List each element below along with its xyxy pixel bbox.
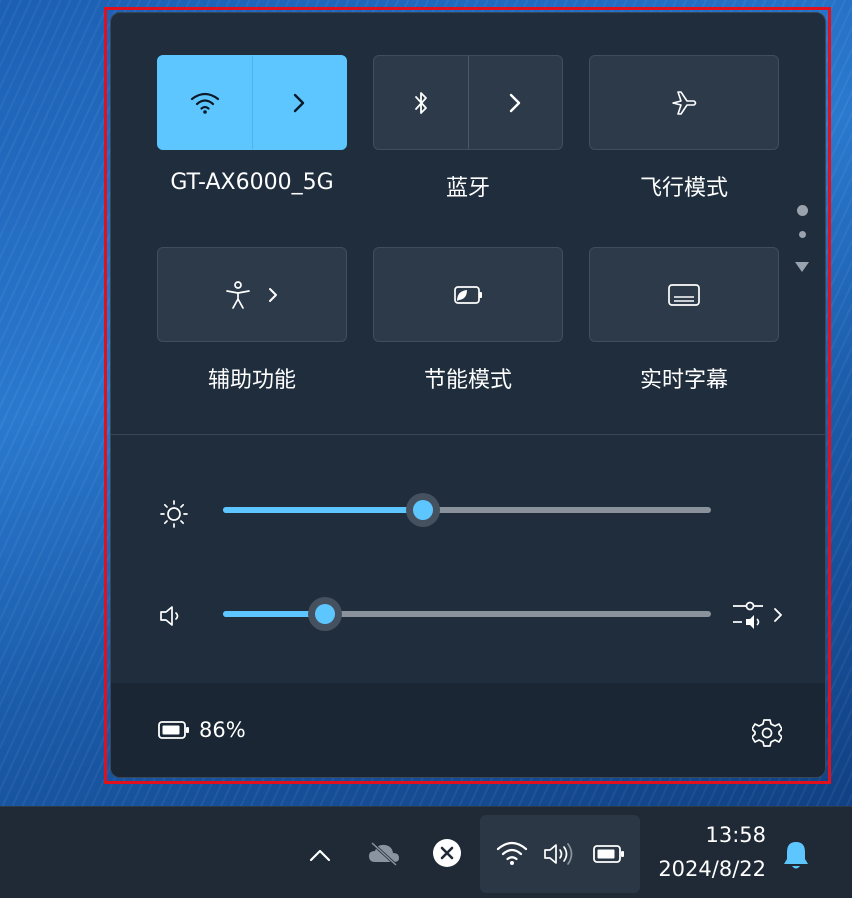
clock-date[interactable]: 2024/8/22	[616, 857, 766, 881]
speaker-icon	[544, 843, 573, 865]
show-hidden-icons-button[interactable]	[304, 839, 336, 871]
bell-icon	[784, 842, 808, 869]
close-circle-icon	[433, 839, 461, 867]
app-tray-button[interactable]	[430, 836, 464, 870]
clock-time[interactable]: 13:58	[616, 823, 766, 847]
cloud-offline-icon	[369, 841, 399, 867]
onedrive-button[interactable]	[364, 837, 404, 871]
taskbar: 13:58 2024/8/22	[0, 806, 852, 898]
notification-center-button[interactable]	[780, 837, 812, 873]
selection-highlight-border	[104, 7, 831, 784]
wifi-icon	[496, 841, 528, 865]
chevron-up-icon	[309, 849, 331, 862]
